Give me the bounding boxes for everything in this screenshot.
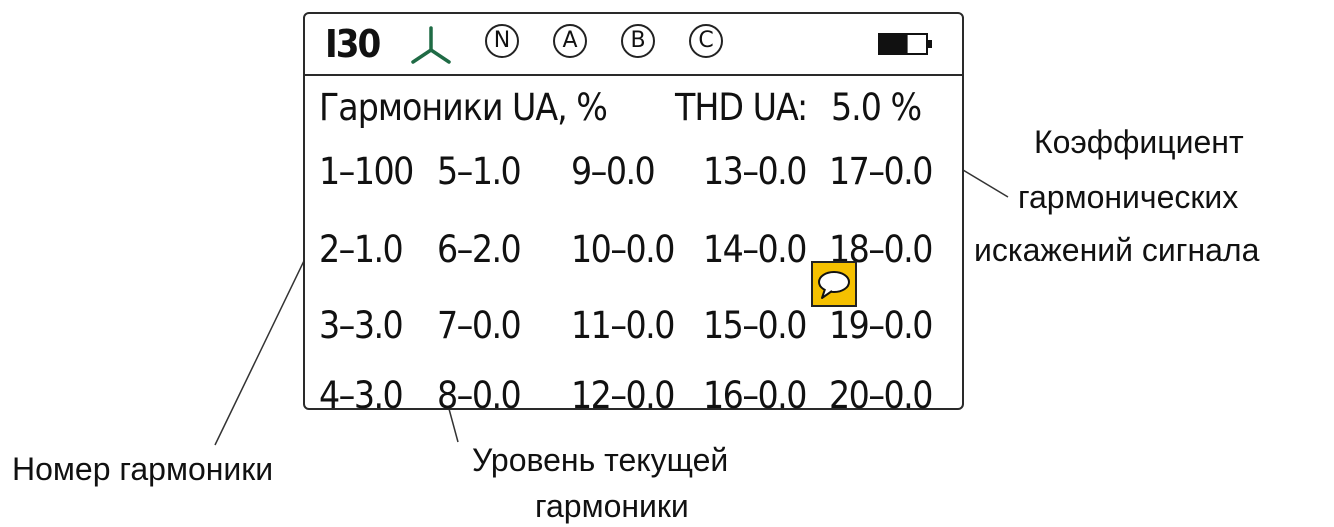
battery-icon [878,33,932,55]
harmonic-cell: 15–0.0 [703,304,807,347]
phase-a-indicator: A [553,24,587,58]
number-leader-line [214,235,317,446]
harmonic-cell: 3–3.0 [319,304,404,347]
harmonics-lcd-screen: I30 N A B C Гармоники UA, % THD UA: 5.0 … [303,12,964,417]
thd-callout-line-3: искажений сигнала [974,232,1260,268]
phase-c-indicator: C [689,24,723,58]
comment-icon[interactable] [811,261,857,307]
harmonic-cell: 9–0.0 [571,150,656,193]
harmonic-cell: 14–0.0 [703,228,807,271]
thd-callout-line-2: гармонических [1018,179,1239,215]
harmonic-cell: 2–1.0 [319,228,404,271]
harmonic-cell: 5–1.0 [437,150,522,193]
harmonic-level-callout-line-1: Уровень текущей [472,442,729,478]
harmonic-cell: 11–0.0 [571,304,675,347]
harmonic-cell: 12–0.0 [571,374,675,417]
harmonic-cell: 16–0.0 [703,374,807,417]
harmonic-cell: 10–0.0 [571,228,675,271]
phase-n-indicator: N [485,24,519,58]
thd-label: THD UA: [675,86,808,129]
three-phase-star-icon [411,26,451,64]
harmonic-cell: 20–0.0 [829,374,933,417]
harmonic-level-callout-line-2: гармоники [535,488,689,524]
harmonic-cell: 1–100 [319,150,414,193]
harmonic-cell: 8–0.0 [437,374,522,417]
harmonics-title: Гармоники UA, % [319,86,608,129]
speech-bubble-icon [818,271,850,299]
harmonic-cell: 13–0.0 [703,150,807,193]
harmonic-cell: 6–2.0 [437,228,522,271]
status-separator [305,74,962,76]
current-range-label: I30 [325,22,381,66]
status-bar: I30 N A B C [305,14,962,74]
harmonic-cell: 19–0.0 [829,304,933,347]
harmonic-cell: 4–3.0 [319,374,404,417]
harmonic-number-callout: Номер гармоники [12,451,274,487]
harmonic-cell: 7–0.0 [437,304,522,347]
phase-b-indicator: B [621,24,655,58]
thd-value: 5.0 % [831,86,922,129]
thd-callout-line-1: Коэффициент [1034,124,1244,160]
harmonic-cell: 17–0.0 [829,150,933,193]
